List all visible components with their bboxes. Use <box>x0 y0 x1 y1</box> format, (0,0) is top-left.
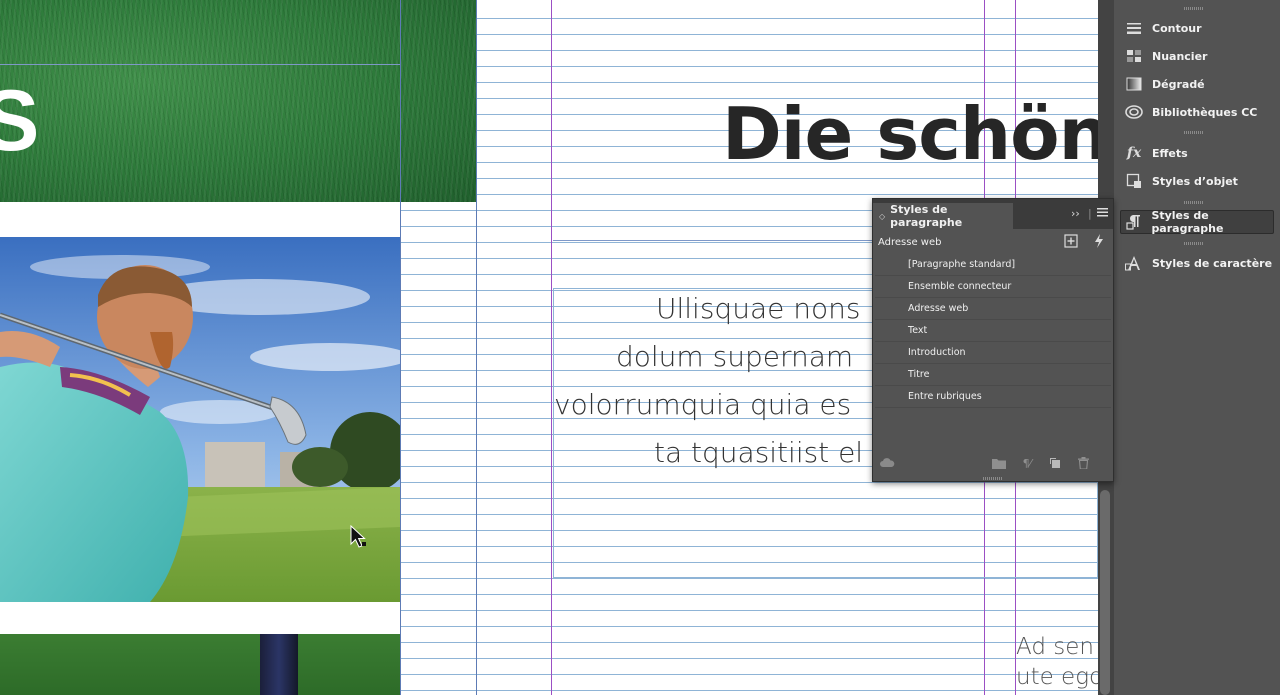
golfer-photo[interactable] <box>0 237 400 602</box>
stroke-icon <box>1125 19 1143 37</box>
panel-dock: Contour Nuancier Dégradé Bibliothèques C… <box>1098 0 1280 695</box>
dock-scrollbar[interactable] <box>1100 490 1110 695</box>
grass-image-bottom[interactable] <box>0 634 400 695</box>
panel-tab-label: Styles de paragraphe <box>890 203 963 229</box>
intro-text-line[interactable]: volorrumquia quia es <box>554 388 851 421</box>
dock-item-label: Contour <box>1152 21 1202 35</box>
dock-item-label: Effets <box>1152 146 1188 160</box>
dock-item-paragraph-styles[interactable]: Styles de paragraphe <box>1120 209 1274 235</box>
dock-item-cc-libraries[interactable]: Bibliothèques CC <box>1120 100 1274 124</box>
list-item[interactable]: Entre rubriques <box>875 386 1111 408</box>
separator-icon: | <box>1088 207 1092 220</box>
golfer-illustration <box>0 237 400 602</box>
tab-paragraph-styles[interactable]: ◇ Styles de paragraphe <box>873 203 1013 229</box>
margin-guide <box>476 0 477 695</box>
object-styles-icon <box>1125 172 1143 190</box>
paragraph-style-list: [Paragraphe standard] Ensemble connecteu… <box>873 254 1113 408</box>
mouse-cursor-icon <box>350 525 366 548</box>
swatches-icon <box>1125 47 1143 65</box>
dock-item-object-styles[interactable]: Styles d’objet <box>1120 169 1274 193</box>
dock-item-label: Styles d’objet <box>1152 174 1238 188</box>
margin-guide <box>400 0 401 695</box>
dock-item-label: Bibliothèques CC <box>1152 105 1258 119</box>
dock-group-grip[interactable] <box>1184 242 1204 245</box>
dock-group-grip[interactable] <box>1184 131 1204 134</box>
gutter-band <box>0 202 400 237</box>
intro-text-line[interactable]: ta tquasitiist el <box>654 436 863 469</box>
dock-item-label: Nuancier <box>1152 49 1208 63</box>
new-group-icon[interactable] <box>991 456 1007 470</box>
dock-item-effets[interactable]: fx Effets <box>1120 141 1274 165</box>
fx-icon: fx <box>1126 145 1142 161</box>
cc-libraries-icon <box>1125 103 1143 121</box>
list-item[interactable]: [Paragraphe standard] <box>875 254 1111 276</box>
clear-overrides-icon[interactable]: ¶⁄ <box>1019 456 1035 470</box>
headline-fragment: S <box>0 73 40 169</box>
page-headline[interactable]: Die schön <box>722 92 1098 176</box>
dock-item-degrade[interactable]: Dégradé <box>1120 72 1274 96</box>
create-style-from-selection-icon[interactable] <box>1063 234 1079 250</box>
column-guide <box>551 0 552 695</box>
dock-item-label: Styles de caractère <box>1152 256 1273 270</box>
list-item[interactable]: Introduction <box>875 342 1111 364</box>
quick-apply-icon[interactable] <box>1091 234 1107 250</box>
gradient-icon <box>1125 75 1143 93</box>
flag-pole <box>260 634 298 695</box>
gutter-band <box>0 602 400 634</box>
collapse-panel-icon[interactable]: ›› <box>1071 208 1080 219</box>
panel-menu-icon[interactable] <box>1097 208 1108 219</box>
cc-cloud-icon[interactable] <box>879 456 895 470</box>
paragraph-styles-icon <box>1126 213 1142 231</box>
list-item[interactable]: Text <box>875 320 1111 342</box>
current-style-row: Adresse web <box>873 231 1113 253</box>
intro-text-line[interactable]: Ullisquae nons <box>656 292 860 325</box>
dock-item-character-styles[interactable]: Styles de caractère <box>1120 251 1274 275</box>
character-styles-icon <box>1125 254 1143 272</box>
dock-group-grip[interactable] <box>1184 201 1204 204</box>
panel-titlebar[interactable]: ◇ Styles de paragraphe ›› | <box>873 199 1113 229</box>
dock-item-nuancier[interactable]: Nuancier <box>1120 44 1274 68</box>
new-style-icon[interactable] <box>1047 456 1063 470</box>
margin-guide <box>0 64 400 65</box>
panel-collapse-icon[interactable]: ◇ <box>879 212 885 221</box>
body-text-line[interactable]: ute ego <box>1016 664 1098 690</box>
intro-text-line[interactable]: dolum supernam <box>616 340 853 373</box>
paragraph-styles-panel[interactable]: ◇ Styles de paragraphe ›› | Adresse web … <box>872 198 1114 482</box>
panel-footer: ¶⁄ <box>873 449 1113 477</box>
grass-image-top[interactable]: S <box>0 0 476 202</box>
list-item[interactable]: Ensemble connecteur <box>875 276 1111 298</box>
list-item[interactable]: Adresse web <box>875 298 1111 320</box>
dock-item-label: Dégradé <box>1152 77 1205 91</box>
panel-resize-grip[interactable] <box>983 477 1003 480</box>
dock-group-grip[interactable] <box>1184 7 1204 10</box>
dock-item-contour[interactable]: Contour <box>1120 16 1274 40</box>
body-text-line[interactable]: Ad sen <box>1016 634 1094 660</box>
dock-item-label: Styles de paragraphe <box>1151 209 1224 235</box>
delete-style-icon[interactable] <box>1075 456 1091 470</box>
list-item[interactable]: Titre <box>875 364 1111 386</box>
current-style-name: Adresse web <box>878 236 942 248</box>
